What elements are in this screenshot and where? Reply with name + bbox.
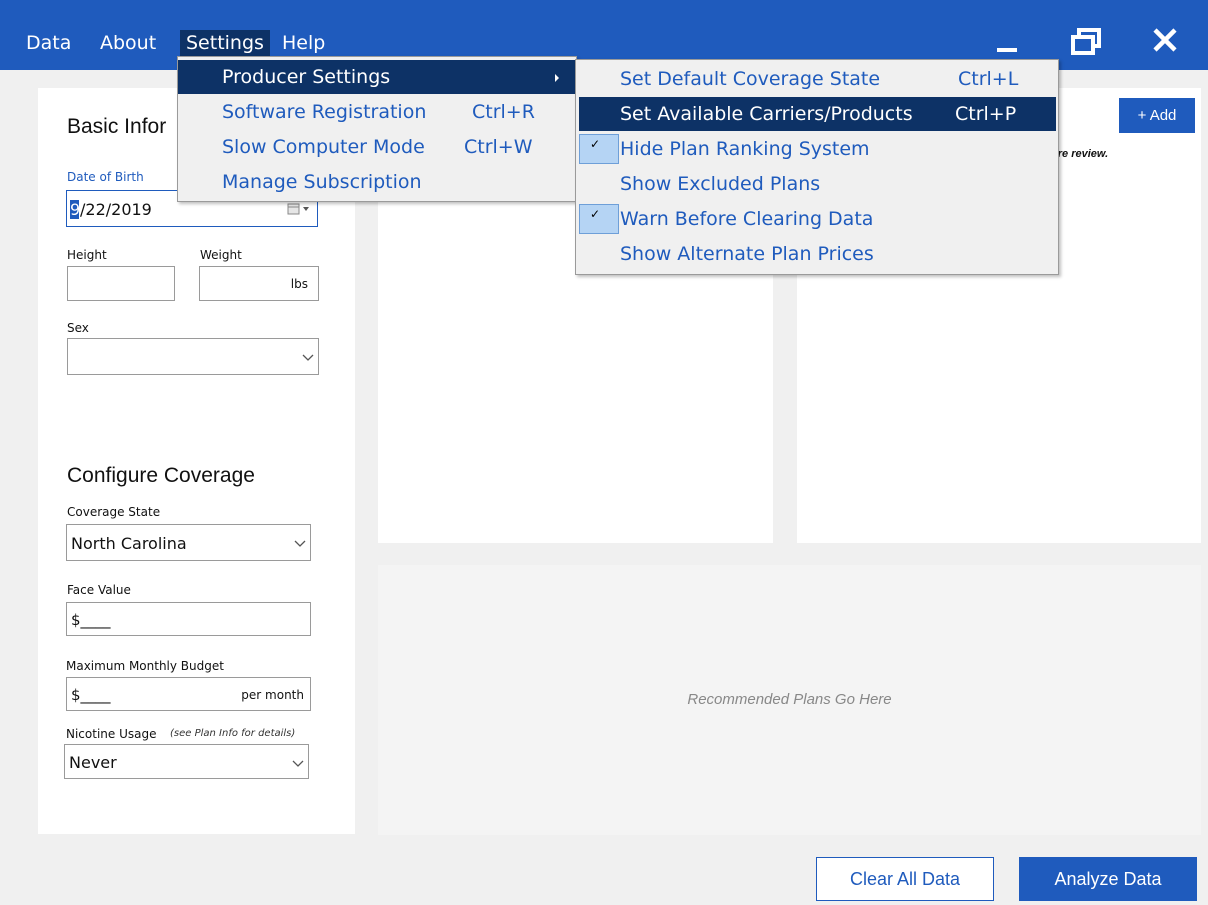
clear-all-data-button[interactable]: Clear All Data xyxy=(816,857,994,901)
chevron-down-icon xyxy=(292,760,304,767)
recommended-plans-panel: Recommended Plans Go Here xyxy=(378,565,1201,835)
budget-unit: per month xyxy=(241,688,304,702)
nicotine-value: Never xyxy=(69,753,117,772)
menu-item-set-available-carriers[interactable]: Set Available Carriers/Products Ctrl+P xyxy=(579,97,1056,131)
sex-select[interactable] xyxy=(67,338,319,375)
height-input[interactable] xyxy=(67,266,175,301)
weight-input[interactable]: lbs xyxy=(199,266,319,301)
add-button[interactable]: + Add xyxy=(1119,98,1195,133)
weight-unit: lbs xyxy=(290,277,308,291)
nicotine-note: (see Plan Info for details) xyxy=(170,728,296,739)
minimize-icon xyxy=(997,48,1017,52)
face-value-text: $____ xyxy=(71,611,111,629)
menu-data[interactable]: Data xyxy=(20,30,77,56)
budget-input[interactable]: $____ per month xyxy=(66,677,311,711)
menu-item-set-default-coverage-state[interactable]: Set Default Coverage State Ctrl+L xyxy=(576,62,1058,96)
budget-value: $____ xyxy=(71,686,111,704)
menu-item-producer-settings[interactable]: Producer Settings xyxy=(178,60,576,94)
menu-item-warn-before-clearing[interactable]: ✓ Warn Before Clearing Data xyxy=(576,202,1058,236)
close-button[interactable] xyxy=(1146,24,1186,60)
weight-label: Weight xyxy=(200,248,242,262)
analyze-data-button[interactable]: Analyze Data xyxy=(1019,857,1197,901)
coverage-state-label: Coverage State xyxy=(67,505,161,519)
checkmark-icon: ✓ xyxy=(590,137,601,151)
menu-item-software-registration[interactable]: Software Registration Ctrl+R xyxy=(178,95,576,129)
menu-item-show-alternate-prices[interactable]: Show Alternate Plan Prices xyxy=(576,237,1058,271)
face-value-input[interactable]: $____ xyxy=(66,602,311,636)
calendar-icon[interactable] xyxy=(287,203,313,217)
menu-help[interactable]: Help xyxy=(276,30,331,56)
check-indicator: ✓ xyxy=(579,204,619,234)
recommended-placeholder: Recommended Plans Go Here xyxy=(687,691,892,708)
dob-label: Date of Birth xyxy=(67,170,144,184)
budget-label: Maximum Monthly Budget xyxy=(66,659,224,673)
settings-menu: Producer Settings Software Registration … xyxy=(177,56,577,202)
minimize-button[interactable] xyxy=(990,24,1030,60)
menu-item-show-excluded-plans[interactable]: Show Excluded Plans xyxy=(576,167,1058,201)
chevron-down-icon xyxy=(302,354,314,361)
menu-item-slow-computer-mode[interactable]: Slow Computer Mode Ctrl+W xyxy=(178,130,576,164)
restore-icon xyxy=(1071,28,1101,55)
submenu-arrow-icon xyxy=(555,74,559,82)
dob-cursor-digit: 9 xyxy=(70,200,81,219)
menu-about[interactable]: About xyxy=(94,30,162,56)
check-indicator: ✓ xyxy=(579,134,619,164)
basic-info-heading: Basic Infor xyxy=(67,115,167,138)
menu-item-hide-plan-ranking[interactable]: ✓ Hide Plan Ranking System xyxy=(576,132,1058,166)
dob-value: /22/2019 xyxy=(80,200,152,219)
configure-coverage-heading: Configure Coverage xyxy=(67,464,255,487)
chevron-down-icon xyxy=(294,540,306,547)
menu-settings[interactable]: Settings xyxy=(180,30,270,56)
close-icon xyxy=(1153,28,1177,52)
height-label: Height xyxy=(67,248,107,262)
restore-button[interactable] xyxy=(1068,24,1108,60)
face-value-label: Face Value xyxy=(67,583,131,597)
nicotine-select[interactable]: Never xyxy=(64,744,309,779)
coverage-state-value: North Carolina xyxy=(71,534,187,553)
sex-label: Sex xyxy=(67,321,89,335)
coverage-state-select[interactable]: North Carolina xyxy=(66,524,311,561)
nicotine-label: Nicotine Usage xyxy=(66,727,157,741)
menu-item-manage-subscription[interactable]: Manage Subscription xyxy=(178,165,576,199)
checkmark-icon: ✓ xyxy=(590,207,601,221)
producer-settings-submenu: Set Default Coverage State Ctrl+L Set Av… xyxy=(575,59,1059,275)
